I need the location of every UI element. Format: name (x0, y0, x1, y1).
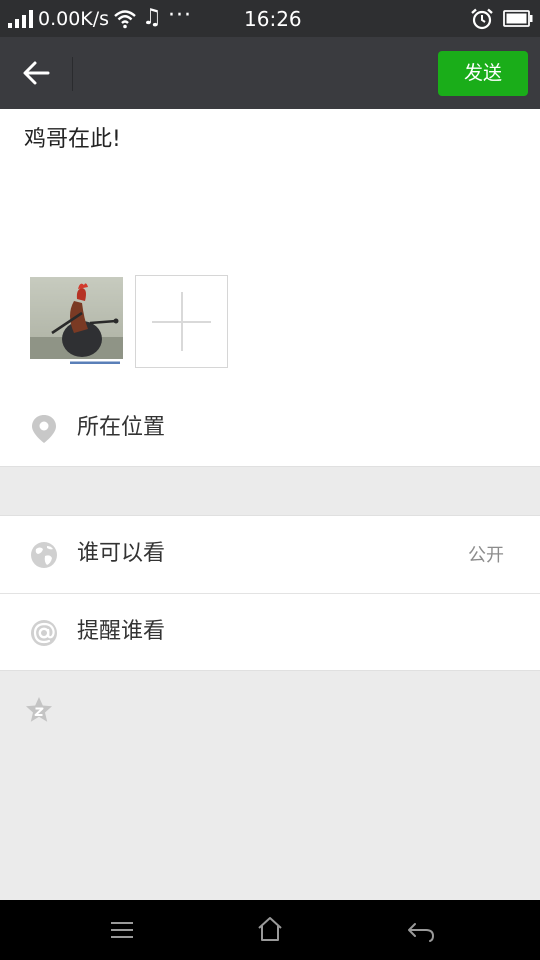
battery-icon (503, 10, 533, 27)
star-icon[interactable] (24, 695, 54, 725)
alarm-icon (471, 8, 493, 30)
at-icon (31, 620, 57, 646)
navigation-bar (0, 900, 540, 960)
rooster-photo[interactable] (30, 277, 123, 367)
title-divider (72, 57, 73, 91)
back-icon[interactable] (406, 918, 436, 944)
title-bar: 发送 (0, 37, 540, 109)
music-icon: ♫ (142, 5, 162, 30)
visibility-row[interactable]: 谁可以看 公开 (0, 516, 540, 593)
globe-icon (31, 542, 57, 568)
plus-icon-vertical (181, 292, 183, 351)
menu-icon[interactable] (108, 918, 136, 942)
back-button[interactable] (14, 53, 58, 93)
send-button[interactable]: 发送 (438, 51, 528, 96)
location-label: 所在位置 (77, 415, 166, 440)
signal-icon (8, 10, 33, 28)
status-bar: 0.00K/s ♫ ··· 16:26 (0, 0, 540, 37)
visibility-value: 公开 (468, 545, 504, 566)
back-arrow-icon (23, 61, 50, 85)
network-speed: 0.00K/s (38, 8, 110, 30)
rooster-photo-image (30, 277, 123, 367)
clock-time: 16:26 (244, 7, 302, 31)
mention-row[interactable]: 提醒谁看 (0, 594, 540, 671)
more-notifications: ··· (168, 3, 192, 28)
add-photo-button[interactable] (135, 275, 228, 368)
wifi-icon (114, 10, 136, 29)
visibility-label: 谁可以看 (77, 541, 166, 566)
bottom-area (0, 670, 540, 900)
location-pin-icon (32, 415, 56, 443)
mention-label: 提醒谁看 (77, 619, 166, 644)
location-row[interactable]: 所在位置 (0, 390, 540, 467)
post-text-input[interactable]: 鸡哥在此! (24, 126, 121, 154)
home-icon[interactable] (256, 915, 284, 943)
section-gap (0, 466, 540, 516)
